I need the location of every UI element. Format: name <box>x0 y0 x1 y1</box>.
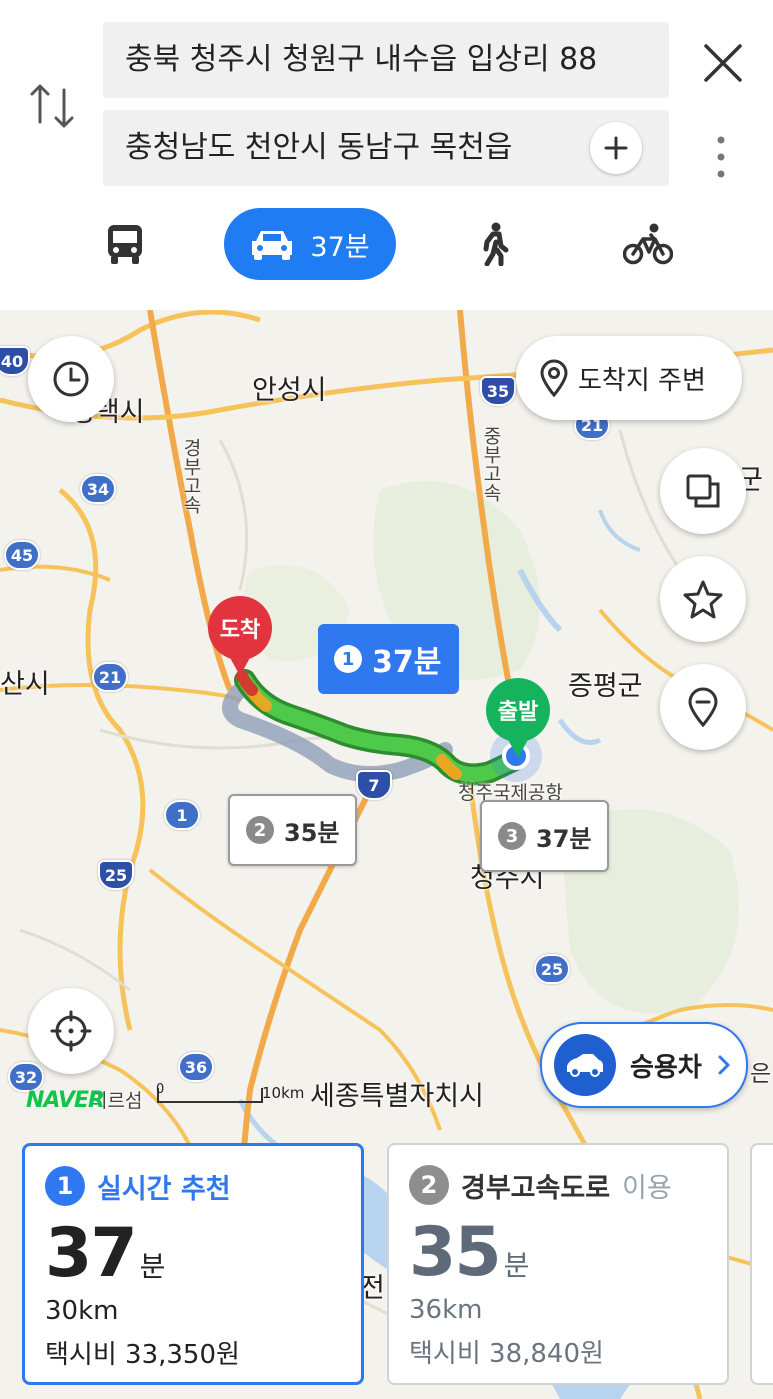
swap-icon[interactable] <box>28 78 78 134</box>
crosshair-icon <box>50 1010 92 1052</box>
bus-icon <box>108 225 142 264</box>
arrival-pin-label: 도착 <box>208 596 272 660</box>
walk-icon <box>483 222 509 266</box>
nearby-destination-label: 도착지 주변 <box>578 365 706 396</box>
route-title: 경부고속도로 <box>461 1172 611 1204</box>
mode-tab-bus[interactable] <box>95 208 155 280</box>
road-shield: 36 <box>178 1052 214 1082</box>
scale-bar <box>157 1088 263 1103</box>
route-title: 실시간 추천 <box>97 1173 231 1205</box>
map-label-left-city: 산시 <box>0 669 50 700</box>
route-number-badge: 1 <box>45 1166 85 1206</box>
route-callout-1[interactable]: 1 37분 <box>318 624 460 694</box>
road-shield: 7 <box>356 770 392 800</box>
mode-tab-bicycle[interactable] <box>618 208 678 280</box>
route-search-header: 충북 청주시 청원구 내수읍 입상리 88 충청남도 천안시 동남구 목천읍 3… <box>0 0 773 310</box>
time-setting-button[interactable] <box>28 336 114 422</box>
route-minutes: 37 <box>45 1214 138 1293</box>
route-duration: 37 분 <box>45 1218 341 1290</box>
map-label-jeungpyeong: 증평군 <box>568 671 643 702</box>
route-taxi-fare: 택시비 38,840원 <box>409 1339 604 1369</box>
add-waypoint-button[interactable] <box>590 122 642 174</box>
map-scale: 0 10km <box>154 1082 304 1108</box>
car-icon <box>252 231 293 260</box>
scale-start-label: 0 <box>156 1082 165 1097</box>
road-shield: 21 <box>92 662 128 692</box>
star-icon <box>683 580 723 619</box>
map-label-expressway-gyeongbu: 경부고속 <box>180 438 202 514</box>
route-callout-time: 37분 <box>372 645 442 680</box>
mode-tab-walk[interactable] <box>466 208 522 280</box>
plus-icon <box>604 136 628 160</box>
remove-pin-button[interactable] <box>660 664 746 750</box>
pin-tail-icon <box>506 736 530 758</box>
car-icon <box>567 1054 603 1077</box>
nearby-destination-button[interactable]: 도착지 주변 <box>516 336 742 420</box>
map-label-anseong: 안성시 <box>252 375 327 406</box>
vehicle-icon-badge <box>554 1034 616 1096</box>
road-shield: 35 <box>480 376 516 406</box>
more-options-icon[interactable] <box>706 132 736 182</box>
layers-icon <box>686 474 720 508</box>
arrival-pin[interactable]: 도착 <box>208 596 272 678</box>
map-label-sejong: 세종특별자치시 <box>310 1081 484 1112</box>
vehicle-type-label: 승용차 <box>630 1052 702 1083</box>
route-number-badge: 1 <box>334 645 362 673</box>
scale-end-label: 10km <box>262 1084 305 1102</box>
chevron-right-icon <box>718 1055 730 1075</box>
route-callout-time: 37분 <box>536 824 592 853</box>
departure-pin[interactable]: 출발 <box>486 678 550 760</box>
bicycle-icon <box>623 223 673 265</box>
pin-tail-icon <box>228 654 252 676</box>
route-card-header: 2 경부고속도로 이용 <box>409 1165 707 1205</box>
location-pin-icon <box>540 359 568 398</box>
pin-minus-icon <box>688 687 718 728</box>
car-duration-label: 37분 <box>310 231 370 263</box>
route-callout-3[interactable]: 3 37분 <box>480 800 610 872</box>
route-minutes-unit: 분 <box>139 1250 166 1283</box>
current-location-button[interactable] <box>28 988 114 1074</box>
route-card-3-partial[interactable] <box>750 1143 773 1385</box>
naver-logo: NAVER <box>26 1088 105 1113</box>
route-title-suffix: 이용 <box>622 1172 672 1204</box>
route-card-header: 1 실시간 추천 <box>45 1166 341 1206</box>
favorite-button[interactable] <box>660 556 746 642</box>
route-number-badge: 3 <box>498 822 526 850</box>
route-number-badge: 2 <box>409 1165 449 1205</box>
destination-input[interactable]: 충청남도 천안시 동남구 목천읍 <box>103 110 669 186</box>
route-minutes: 35 <box>409 1213 502 1292</box>
destination-text: 충청남도 천안시 동남구 목천읍 <box>125 130 513 165</box>
route-number-badge: 2 <box>246 816 274 844</box>
road-shield: 1 <box>164 800 200 830</box>
road-shield: 25 <box>98 860 134 890</box>
mode-tab-car[interactable]: 37분 <box>224 208 396 280</box>
layers-button[interactable] <box>660 448 746 534</box>
route-duration: 35 분 <box>409 1217 707 1289</box>
road-shield: 34 <box>80 474 116 504</box>
map-label-eun: 은 <box>750 1061 772 1087</box>
route-distance: 30km <box>45 1296 119 1326</box>
clock-icon <box>53 361 89 397</box>
route-minutes-unit: 분 <box>503 1249 530 1282</box>
road-shield: 45 <box>4 540 40 570</box>
vehicle-type-button[interactable]: 승용차 <box>540 1022 748 1108</box>
route-card-1[interactable]: 1 실시간 추천 37 분 30km 택시비 33,350원 <box>22 1143 364 1385</box>
route-card-2[interactable]: 2 경부고속도로 이용 35 분 36km 택시비 38,840원 <box>387 1143 729 1385</box>
route-callout-2[interactable]: 2 35분 <box>228 794 358 866</box>
origin-input[interactable]: 충북 청주시 청원구 내수읍 입상리 88 <box>103 22 669 98</box>
close-icon[interactable] <box>698 38 748 88</box>
route-taxi-fare: 택시비 33,350원 <box>45 1340 240 1370</box>
route-distance: 36km <box>409 1295 483 1325</box>
map-label-expressway-jungbu: 중부고속 <box>480 426 502 502</box>
road-shield: 25 <box>534 954 570 984</box>
departure-pin-label: 출발 <box>486 678 550 742</box>
route-callout-time: 35분 <box>284 818 340 847</box>
